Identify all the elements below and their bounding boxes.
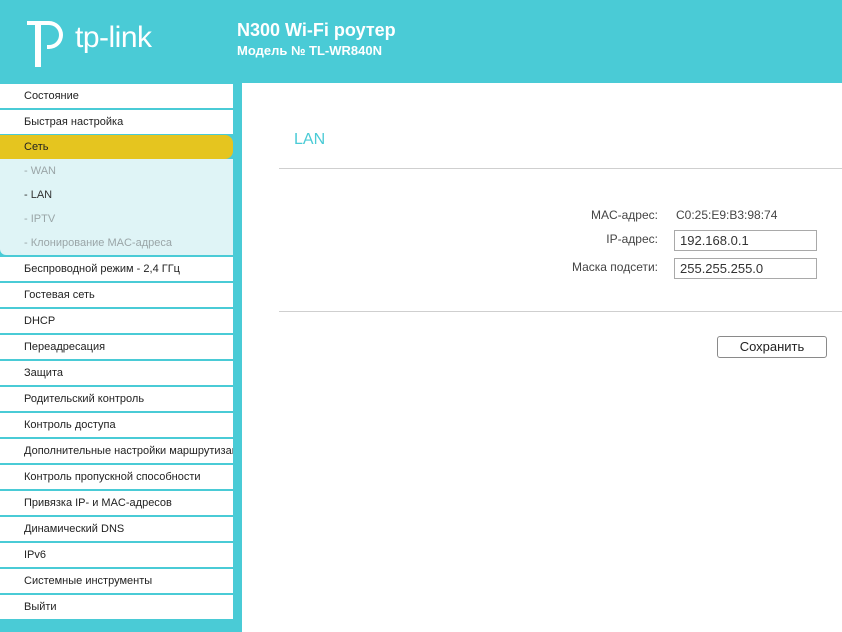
- sidebar-item-system-tools[interactable]: Системные инструменты: [0, 569, 233, 593]
- sidebar-item-guest-network[interactable]: Гостевая сеть: [0, 283, 233, 307]
- sidebar-item-bandwidth-control[interactable]: Контроль пропускной способности: [0, 465, 233, 489]
- tp-link-logo[interactable]: tp-link: [25, 17, 165, 69]
- sidebar-item-quick-setup[interactable]: Быстрая настройка: [0, 110, 233, 134]
- sidebar-item-security[interactable]: Защита: [0, 361, 233, 385]
- sidebar-item-logout[interactable]: Выйти: [0, 595, 233, 619]
- ip-address-input[interactable]: [674, 230, 817, 251]
- sidebar-item-dynamic-dns[interactable]: Динамический DNS: [0, 517, 233, 541]
- divider-top: [279, 168, 842, 169]
- sidebar: Состояние Быстрая настройка Сеть - WAN -…: [0, 83, 233, 620]
- ip-address-label: IP-адрес:: [606, 232, 658, 246]
- mac-address-value: C0:25:E9:B3:98:74: [676, 208, 778, 222]
- model-number: Модель № TL-WR840N: [237, 43, 382, 58]
- save-button[interactable]: Сохранить: [717, 336, 827, 358]
- logo-text: tp-link: [75, 21, 152, 54]
- page-title: LAN: [294, 131, 326, 148]
- divider-bottom: [279, 311, 842, 312]
- submenu-item-mac-clone[interactable]: - Клонирование MAC-адреса: [24, 231, 172, 255]
- submenu-item-lan[interactable]: - LAN: [24, 183, 52, 207]
- subnet-mask-input[interactable]: [674, 258, 817, 279]
- submenu-item-wan[interactable]: - WAN: [24, 159, 56, 183]
- sidebar-item-dhcp[interactable]: DHCP: [0, 309, 233, 333]
- mac-address-label: MAC-адрес:: [590, 208, 658, 222]
- sidebar-item-status[interactable]: Состояние: [0, 84, 233, 108]
- main-panel: LAN MAC-адрес: C0:25:E9:B3:98:74 IP-адре…: [242, 83, 842, 632]
- sidebar-item-advanced-routing[interactable]: Дополнительные настройки маршрутизации: [0, 439, 233, 463]
- subnet-mask-label: Маска подсети:: [571, 260, 658, 274]
- sidebar-item-wireless[interactable]: Беспроводной режим - 2,4 ГГц: [0, 257, 233, 281]
- tp-link-logo-icon: [27, 21, 63, 67]
- sidebar-item-parental-control[interactable]: Родительский контроль: [0, 387, 233, 411]
- sidebar-item-network[interactable]: Сеть: [0, 135, 233, 159]
- network-submenu: - WAN - LAN - IPTV - Клонирование MAC-ад…: [0, 159, 233, 255]
- sidebar-item-forwarding[interactable]: Переадресация: [0, 335, 233, 359]
- submenu-item-iptv[interactable]: - IPTV: [24, 207, 55, 231]
- sidebar-item-access-control[interactable]: Контроль доступа: [0, 413, 233, 437]
- product-title: N300 Wi-Fi роутер: [237, 20, 396, 40]
- header: tp-link N300 Wi-Fi роутер Модель № TL-WR…: [0, 0, 842, 83]
- sidebar-item-ipv6[interactable]: IPv6: [0, 543, 233, 567]
- sidebar-item-ip-mac-binding[interactable]: Привязка IP- и MAC-адресов: [0, 491, 233, 515]
